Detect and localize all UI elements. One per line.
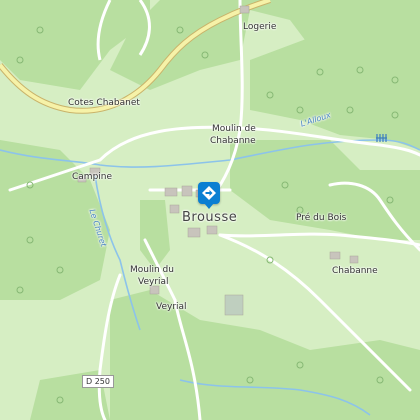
place-chabanne: Chabanne	[332, 266, 378, 276]
place-moulin-de-chabanne-line2: Chabanne	[210, 136, 256, 146]
place-moulin-du-veyrial-line2: Veyrial	[138, 277, 169, 287]
place-veyrial: Veyrial	[156, 302, 187, 312]
diamond-direction-icon	[202, 186, 216, 200]
place-moulin-de-chabanne-line1: Moulin de	[212, 124, 256, 134]
road-shield-d250: D 250	[82, 375, 114, 388]
place-cotes-chabanet: Cotes Chabanet	[68, 98, 140, 108]
place-brousse: Brousse	[182, 210, 238, 225]
location-marker[interactable]	[198, 182, 220, 209]
place-moulin-du-veyrial-line1: Moulin du	[130, 265, 174, 275]
place-pre-du-bois: Pré du Bois	[296, 213, 347, 223]
place-campine: Campine	[72, 172, 113, 182]
map-view[interactable]: Logerie Cotes Chabanet Moulin de Chabann…	[0, 0, 420, 420]
weir-icon	[376, 134, 387, 142]
place-logerie: Logerie	[243, 22, 277, 32]
